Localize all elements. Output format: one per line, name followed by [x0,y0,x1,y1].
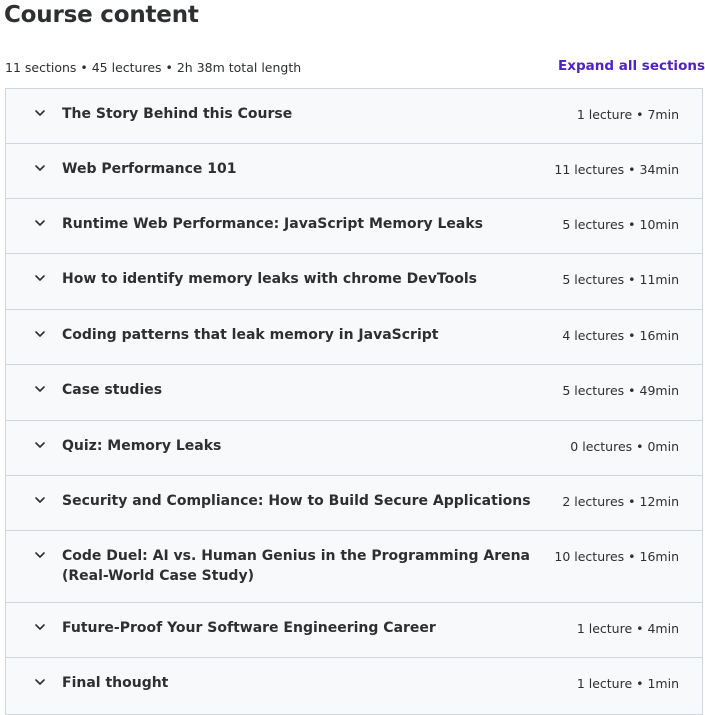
section-title: Case studies [62,382,163,398]
section-row[interactable]: Case studies 5 lectures • 49min [6,365,702,421]
section-row[interactable]: Coding patterns that leak memory in Java… [6,310,702,365]
chevron-down-icon[interactable] [33,493,47,507]
chevron-down-icon[interactable] [33,382,47,396]
section-title: Code Duel: AI vs. Human Genius in the Pr… [62,548,531,584]
course-summary-row: 11 sections • 45 lectures • 2h 38m total… [5,58,705,78]
section-title: Runtime Web Performance: JavaScript Memo… [62,216,483,232]
chevron-down-icon[interactable] [33,216,47,230]
section-meta: 1 lecture • 4min [576,621,679,636]
sections-accordion: The Story Behind this Course 1 lecture •… [5,88,703,715]
section-row[interactable]: Future-Proof Your Software Engineering C… [6,603,702,658]
section-title: The Story Behind this Course [62,106,293,122]
section-meta: 2 lectures • 12min [562,494,679,509]
section-title: Security and Compliance: How to Build Se… [62,493,531,509]
section-row[interactable]: Runtime Web Performance: JavaScript Memo… [6,199,702,254]
page-title: Course content [4,2,199,28]
section-meta: 0 lectures • 0min [570,439,679,454]
section-title: How to identify memory leaks with chrome… [62,271,477,287]
section-row[interactable]: Security and Compliance: How to Build Se… [6,476,702,531]
section-title: Final thought [62,675,169,691]
chevron-down-icon[interactable] [33,161,47,175]
section-meta: 4 lectures • 16min [562,328,679,343]
section-meta: 10 lectures • 16min [554,549,679,564]
section-title: Future-Proof Your Software Engineering C… [62,620,436,636]
chevron-down-icon[interactable] [33,675,47,689]
section-meta: 1 lecture • 7min [576,107,679,122]
section-row[interactable]: The Story Behind this Course 1 lecture •… [6,89,702,144]
course-summary: 11 sections • 45 lectures • 2h 38m total… [5,60,302,75]
section-row[interactable]: Code Duel: AI vs. Human Genius in the Pr… [6,531,702,603]
section-meta: 1 lecture • 1min [576,676,679,691]
section-meta: 11 lectures • 34min [554,162,679,177]
expand-all-sections-button[interactable]: Expand all sections [558,58,705,74]
chevron-down-icon[interactable] [33,271,47,285]
section-row[interactable]: Quiz: Memory Leaks 0 lectures • 0min [6,421,702,476]
section-title: Quiz: Memory Leaks [62,438,222,454]
section-row[interactable]: Web Performance 101 11 lectures • 34min [6,144,702,199]
chevron-down-icon[interactable] [33,327,47,341]
section-row[interactable]: Final thought 1 lecture • 1min [6,658,702,714]
section-meta: 5 lectures • 10min [562,217,679,232]
section-title: Web Performance 101 [62,161,237,177]
section-meta: 5 lectures • 49min [562,383,679,398]
section-row[interactable]: How to identify memory leaks with chrome… [6,254,702,310]
chevron-down-icon[interactable] [33,438,47,452]
section-title: Coding patterns that leak memory in Java… [62,327,439,343]
chevron-down-icon[interactable] [33,548,47,562]
chevron-down-icon[interactable] [33,620,47,634]
chevron-down-icon[interactable] [33,106,47,120]
section-meta: 5 lectures • 11min [562,272,679,287]
